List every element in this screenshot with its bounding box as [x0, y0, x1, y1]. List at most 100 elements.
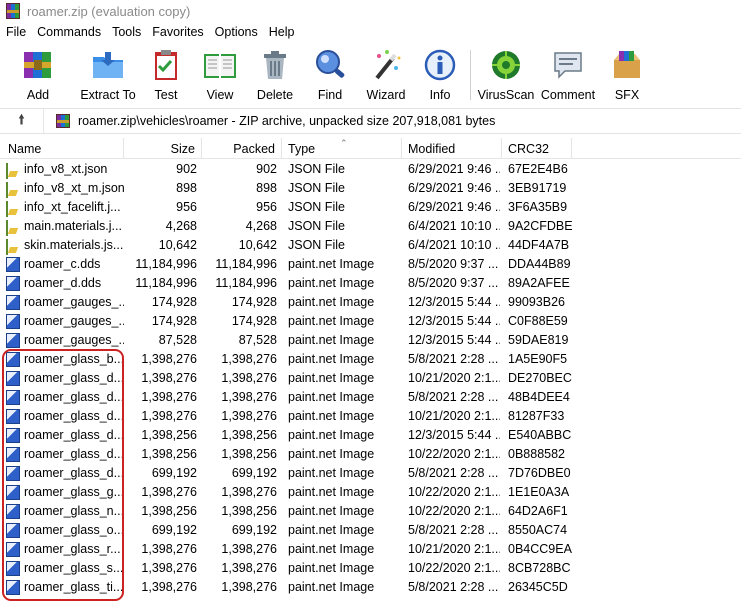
- file-name: roamer_glass_d...: [24, 428, 124, 442]
- file-row[interactable]: roamer_c.dds 11,184,996 11,184,996 paint.ne…: [0, 255, 741, 274]
- json-file-icon: [6, 239, 8, 255]
- file-row[interactable]: main.materials.j... 4,268 4,268 JSON File 6/…: [0, 217, 741, 236]
- menu-tools[interactable]: Tools: [112, 25, 141, 39]
- column-modified[interactable]: Modified: [402, 138, 502, 159]
- file-size: 699,192: [151, 523, 197, 537]
- file-name: roamer_glass_ti...: [24, 580, 124, 594]
- toolbar: Add Extract To Test View Delete Find Wiz…: [0, 44, 741, 104]
- file-modified: 12/3/2015 5:44 ...: [408, 333, 500, 347]
- menu-file[interactable]: File: [6, 25, 26, 39]
- image-file-icon: [6, 466, 20, 481]
- file-modified: 10/22/2020 2:1...: [408, 485, 500, 499]
- view-button[interactable]: View: [192, 44, 248, 104]
- file-row[interactable]: roamer_glass_s... 1,398,276 1,398,276 paint…: [0, 559, 741, 578]
- column-crc32[interactable]: CRC32: [502, 138, 572, 159]
- file-row[interactable]: roamer_glass_ti... 1,398,276 1,398,276 pain…: [0, 578, 741, 597]
- up-folder-button[interactable]: 🠙: [0, 109, 44, 133]
- file-row[interactable]: roamer_glass_g... 1,398,276 1,398,276 paint…: [0, 483, 741, 502]
- file-crc32: 44DF4A7B: [508, 238, 570, 252]
- sfx-button[interactable]: SFX: [599, 44, 655, 104]
- file-packed: 1,398,276: [221, 390, 277, 404]
- file-type: paint.net Image: [288, 314, 375, 328]
- file-modified: 6/29/2021 9:46 ...: [408, 200, 500, 214]
- file-type: paint.net Image: [288, 428, 375, 442]
- file-modified: 5/8/2021 2:28 ...: [408, 466, 499, 480]
- file-name: roamer_gauges_...: [24, 295, 124, 309]
- file-size: 1,398,276: [141, 352, 197, 366]
- file-packed: 898: [256, 181, 277, 195]
- info-button[interactable]: Info: [414, 44, 466, 104]
- comment-button[interactable]: Comment: [537, 44, 599, 104]
- file-name: roamer_glass_n...: [24, 504, 124, 518]
- file-row[interactable]: roamer_glass_r... 1,398,276 1,398,276 paint…: [0, 540, 741, 559]
- file-modified: 10/21/2020 2:1...: [408, 542, 500, 556]
- file-row[interactable]: roamer_gauges_... 174,928 174,928 paint.net…: [0, 312, 741, 331]
- file-name: roamer_glass_g...: [24, 485, 124, 499]
- file-row[interactable]: info_xt_facelift.j... 956 956 JSON File 6/29…: [0, 198, 741, 217]
- path-field[interactable]: roamer.zip\vehicles\roamer - ZIP archive…: [44, 109, 741, 133]
- column-name[interactable]: Name: [0, 138, 124, 159]
- toolbar-separator: [470, 50, 471, 100]
- file-type: paint.net Image: [288, 333, 375, 347]
- column-type[interactable]: Type: [282, 138, 402, 159]
- comment-icon: [550, 47, 586, 83]
- file-crc32: 3F6A35B9: [508, 200, 568, 214]
- trash-icon: [257, 47, 293, 83]
- file-crc32: 99093B26: [508, 295, 566, 309]
- file-size: 1,398,276: [141, 371, 197, 385]
- file-packed: 1,398,256: [221, 504, 277, 518]
- find-button[interactable]: Find: [302, 44, 358, 104]
- menu-options[interactable]: Options: [215, 25, 258, 39]
- file-name: roamer_glass_d...: [24, 390, 124, 404]
- file-row[interactable]: roamer_glass_b.... 1,398,276 1,398,276 pain…: [0, 350, 741, 369]
- file-row[interactable]: skin.materials.js... 10,642 10,642 JSON Fil…: [0, 236, 741, 255]
- image-file-icon: [6, 523, 20, 538]
- file-size: 898: [176, 181, 197, 195]
- sfx-box-icon: [609, 47, 645, 83]
- file-size: 1,398,256: [141, 447, 197, 461]
- file-row[interactable]: roamer_gauges_... 87,528 87,528 paint.net I…: [0, 331, 741, 350]
- file-name: roamer_glass_d...: [24, 409, 124, 423]
- wizard-button[interactable]: Wizard: [358, 44, 414, 104]
- column-packed[interactable]: Packed: [202, 138, 282, 159]
- file-row[interactable]: roamer_gauges_... 174,928 174,928 paint.net…: [0, 293, 741, 312]
- file-packed: 699,192: [231, 466, 277, 480]
- file-row[interactable]: roamer_glass_d... 1,398,256 1,398,256 paint…: [0, 426, 741, 445]
- file-row[interactable]: roamer_d.dds 11,184,996 11,184,996 paint.ne…: [0, 274, 741, 293]
- file-row[interactable]: roamer_glass_d... 699,192 699,192 paint.net…: [0, 464, 741, 483]
- file-packed: 1,398,276: [221, 561, 277, 575]
- menu-help[interactable]: Help: [269, 25, 295, 39]
- file-row[interactable]: roamer_glass_d... 1,398,276 1,398,276 paint…: [0, 388, 741, 407]
- file-type: JSON File: [288, 181, 345, 195]
- extract-to-button[interactable]: Extract To: [76, 44, 140, 104]
- test-button[interactable]: Test: [140, 44, 192, 104]
- column-size[interactable]: Size: [124, 138, 202, 159]
- file-row[interactable]: info_v8_xt.json 902 902 JSON File 6/29/2021 …: [0, 160, 741, 179]
- file-row[interactable]: roamer_glass_n... 1,398,256 1,398,256 paint…: [0, 502, 741, 521]
- delete-button[interactable]: Delete: [248, 44, 302, 104]
- file-packed: 11,184,996: [215, 257, 277, 271]
- file-row[interactable]: roamer_glass_d... 1,398,276 1,398,276 paint…: [0, 407, 741, 426]
- file-name: roamer_glass_d...: [24, 371, 124, 385]
- file-name: roamer_glass_b....: [24, 352, 124, 366]
- json-file-icon: [6, 220, 8, 236]
- file-size: 956: [176, 200, 197, 214]
- image-file-icon: [6, 371, 20, 386]
- menu-commands[interactable]: Commands: [37, 25, 101, 39]
- menu-favorites[interactable]: Favorites: [152, 25, 203, 39]
- image-file-icon: [6, 314, 20, 329]
- file-type: paint.net Image: [288, 504, 375, 518]
- file-modified: 5/8/2021 2:28 ...: [408, 580, 499, 594]
- file-modified: 10/22/2020 2:1...: [408, 504, 500, 518]
- file-row[interactable]: roamer_glass_d... 1,398,256 1,398,256 paint…: [0, 445, 741, 464]
- file-row[interactable]: roamer_glass_o... 699,192 699,192 paint.net…: [0, 521, 741, 540]
- file-type: paint.net Image: [288, 485, 375, 499]
- file-crc32: 0B4CC9EA: [508, 542, 572, 556]
- file-row[interactable]: info_v8_xt_m.json 898 898 JSON File 6/29/202…: [0, 179, 741, 198]
- file-size: 699,192: [151, 466, 197, 480]
- file-size: 1,398,256: [141, 428, 197, 442]
- add-button[interactable]: Add: [0, 44, 76, 104]
- file-row[interactable]: roamer_glass_d... 1,398,276 1,398,276 paint…: [0, 369, 741, 388]
- image-file-icon: [6, 542, 20, 557]
- virusscan-button[interactable]: VirusScan: [475, 44, 537, 104]
